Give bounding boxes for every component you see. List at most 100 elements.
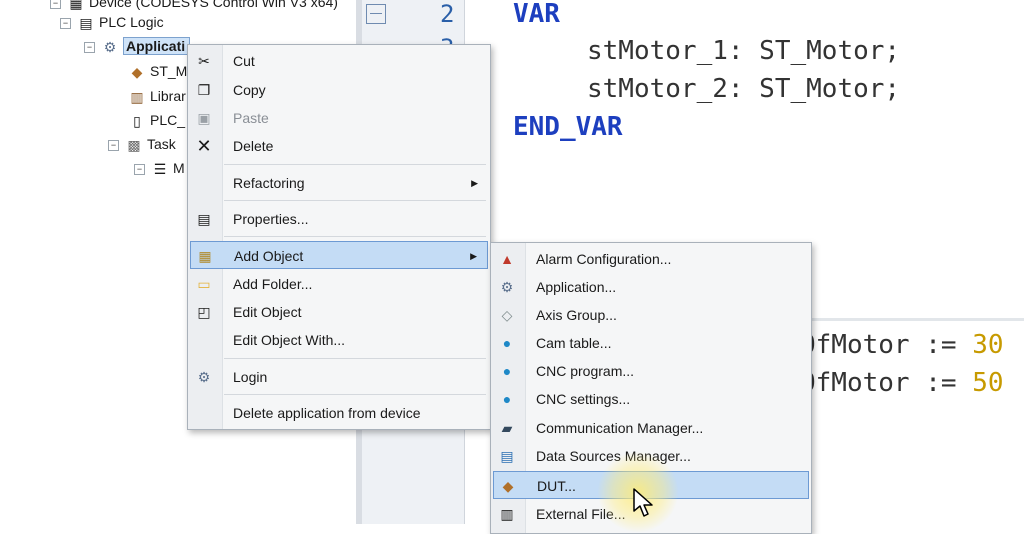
- code-number: 30: [972, 330, 1004, 360]
- submenu-item-application[interactable]: ⚙ Application...: [493, 273, 809, 301]
- submenu-item-communication-manager[interactable]: ▰ Communication Manager...: [493, 414, 809, 442]
- program-icon: ▯: [133, 113, 141, 130]
- tree-node-label: PLC_: [150, 112, 186, 128]
- cam-table-icon: ●: [502, 335, 512, 351]
- tree-node-label: PLC Logic: [99, 14, 164, 30]
- tree-node-label: Task: [147, 136, 176, 152]
- code-line-assignment: OfMotor := 30: [800, 328, 1004, 362]
- tree-node-main-task[interactable]: − ☰ M: [134, 158, 185, 178]
- menu-item-label: Delete application from device: [233, 405, 421, 421]
- menu-item-label: Copy: [233, 82, 266, 98]
- axis-group-icon: ◇: [501, 307, 513, 323]
- submenu-item-cam-table[interactable]: ● Cam table...: [493, 329, 809, 357]
- menu-item-label: Edit Object With...: [233, 332, 346, 348]
- menu-separator: [224, 200, 486, 201]
- menu-item-label: Cut: [233, 53, 255, 69]
- scissors-icon: ✂: [198, 53, 210, 69]
- mouse-pointer-icon: [633, 488, 653, 517]
- menu-item-label: Login: [233, 369, 268, 385]
- code-text: OfMotor :=: [800, 330, 973, 360]
- properties-icon: ▤: [197, 211, 211, 227]
- menu-item-label: Cam table...: [536, 335, 612, 351]
- library-icon: ▥: [130, 89, 144, 106]
- task-icon: ▩: [127, 137, 141, 154]
- menu-item-label: Properties...: [233, 211, 309, 227]
- menu-item-add-object[interactable]: ▦ Add Object ▶: [190, 241, 488, 269]
- menu-separator: [224, 394, 486, 395]
- menu-item-label: Delete: [233, 138, 274, 154]
- paste-icon: ▣: [197, 110, 211, 126]
- copy-icon: ❐: [197, 82, 211, 98]
- menu-item-label: Alarm Configuration...: [536, 251, 672, 267]
- collapse-icon[interactable]: −: [134, 163, 145, 175]
- tree-node-label: Applicati: [123, 37, 191, 55]
- tree-node-application[interactable]: − ⚙ Applicati: [84, 36, 191, 56]
- cnc-settings-icon: ●: [502, 391, 512, 407]
- menu-item-refactoring[interactable]: Refactoring ▶: [190, 169, 488, 197]
- collapse-icon[interactable]: −: [50, 0, 61, 9]
- menu-item-edit-object[interactable]: ◰ Edit Object: [190, 298, 488, 326]
- menu-item-delete-application[interactable]: Delete application from device: [190, 399, 488, 427]
- tree-node-library[interactable]: ▥ Librar: [128, 86, 186, 106]
- tree-node-label: Device (CODESYS Control Win V3 x64): [89, 0, 338, 10]
- submenu-item-alarm-configuration[interactable]: ▲ Alarm Configuration...: [493, 245, 809, 273]
- menu-item-label: Add Object: [234, 248, 304, 264]
- tree-node-plc-logic[interactable]: − ▤ PLC Logic: [60, 12, 164, 32]
- submenu-item-axis-group[interactable]: ◇ Axis Group...: [493, 301, 809, 329]
- collapse-icon[interactable]: −: [84, 41, 95, 53]
- submenu-arrow-icon: ▶: [471, 178, 478, 188]
- dut-icon: ◆: [131, 64, 143, 81]
- menu-item-add-folder[interactable]: ▭ Add Folder...: [190, 270, 488, 298]
- menu-item-label: CNC settings...: [536, 391, 631, 407]
- code-keyword-var: VAR: [513, 0, 560, 29]
- data-sources-icon: ▤: [500, 448, 514, 464]
- submenu-item-cnc-settings[interactable]: ● CNC settings...: [493, 385, 809, 413]
- menu-item-label: Edit Object: [233, 304, 302, 320]
- plc-logic-icon: ▤: [79, 15, 93, 32]
- code-line-assignment: OfMotor := 50: [800, 366, 1004, 400]
- submenu-arrow-icon: ▶: [470, 251, 477, 261]
- menu-item-label: DUT...: [537, 478, 576, 494]
- code-line-declaration: stMotor_2: ST_Motor;: [587, 74, 901, 104]
- collapse-icon[interactable]: −: [60, 17, 71, 29]
- submenu-item-cnc-program[interactable]: ● CNC program...: [493, 357, 809, 385]
- tree-node-plc-prg[interactable]: ▯ PLC_: [128, 110, 185, 130]
- menu-item-label: Axis Group...: [536, 307, 617, 323]
- tree-node-task[interactable]: − ▩ Task: [108, 134, 176, 154]
- menu-item-login[interactable]: ⚙ Login: [190, 363, 488, 391]
- menu-item-delete[interactable]: ✕ Delete: [190, 132, 488, 160]
- tree-node-st-motor[interactable]: ◆ ST_M: [128, 61, 188, 81]
- code-number: 50: [972, 368, 1004, 398]
- menu-item-label: Add Folder...: [233, 276, 313, 292]
- tree-node-label: ST_M: [150, 63, 188, 79]
- fold-icon[interactable]: [366, 4, 386, 24]
- code-text: OfMotor :=: [800, 368, 973, 398]
- menu-item-label: Refactoring: [233, 175, 305, 191]
- dut-icon: ◆: [502, 478, 514, 494]
- menu-item-label: CNC program...: [536, 363, 635, 379]
- tree-node-device[interactable]: − ▦ Device (CODESYS Control Win V3 x64): [50, 0, 338, 12]
- context-menu: ✂ Cut ❐ Copy ▣ Paste ✕ Delete Refactoring ▶ ▤…: [187, 44, 491, 430]
- code-keyword-end-var: END_VAR: [513, 112, 623, 142]
- menu-item-paste[interactable]: ▣ Paste: [190, 104, 488, 132]
- cnc-program-icon: ●: [502, 363, 512, 379]
- tree-node-label: Librar: [150, 88, 186, 104]
- menu-separator: [224, 358, 486, 359]
- menu-item-label: Application...: [536, 279, 617, 295]
- menu-item-properties[interactable]: ▤ Properties...: [190, 205, 488, 233]
- menu-separator: [224, 236, 486, 237]
- code-line-declaration: stMotor_1: ST_Motor;: [587, 36, 901, 66]
- menu-item-edit-object-with[interactable]: Edit Object With...: [190, 326, 488, 354]
- tree-node-label: M: [173, 160, 185, 176]
- menu-separator: [224, 164, 486, 165]
- collapse-icon[interactable]: −: [108, 139, 119, 151]
- folder-icon: ▭: [197, 276, 211, 292]
- login-gear-icon: ⚙: [197, 369, 211, 385]
- add-object-icon: ▦: [198, 248, 212, 264]
- menu-item-cut[interactable]: ✂ Cut: [190, 47, 488, 75]
- menu-item-copy[interactable]: ❐ Copy: [190, 76, 488, 104]
- task-layers-icon: ☰: [153, 161, 167, 178]
- external-file-icon: ▥: [500, 506, 514, 522]
- alarm-icon: ▲: [500, 251, 514, 267]
- menu-item-label: Paste: [233, 110, 269, 126]
